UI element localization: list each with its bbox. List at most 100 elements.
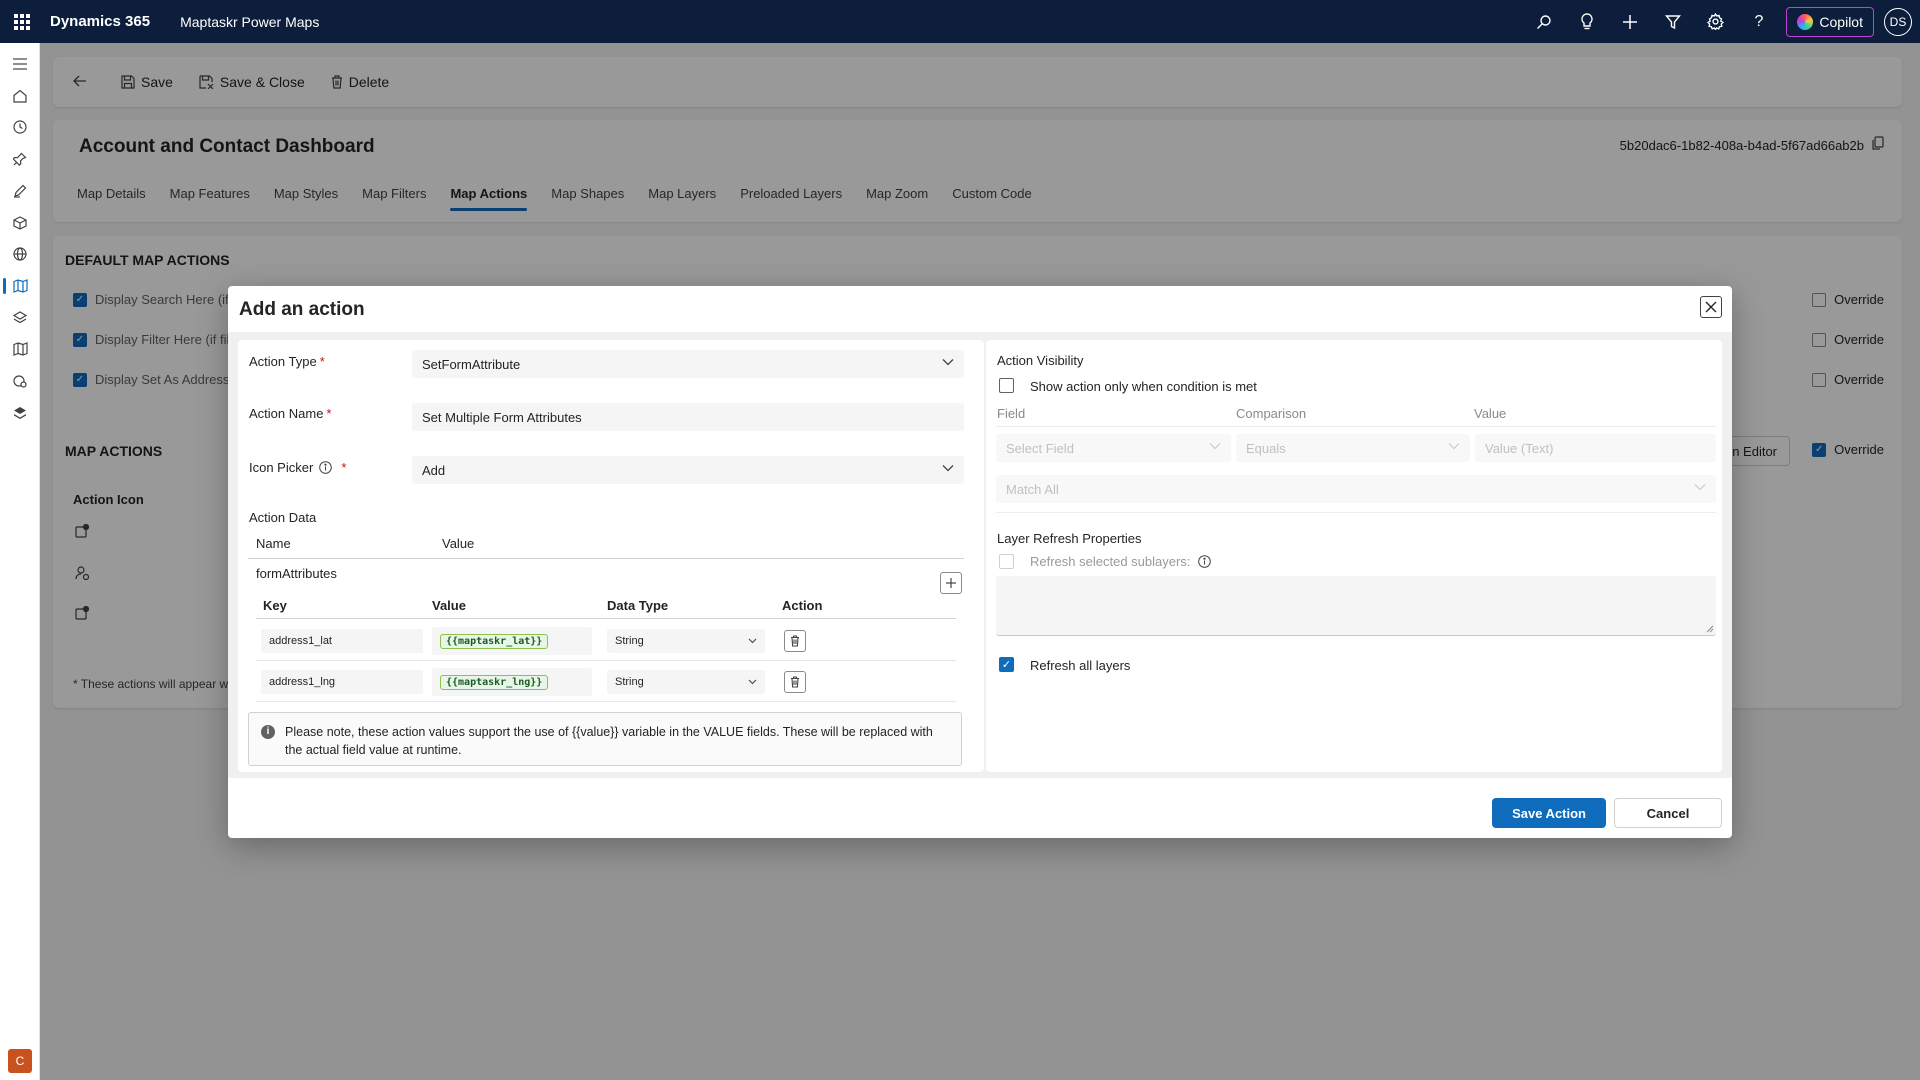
avatar[interactable]: DS [1884,7,1912,36]
trash-icon [791,635,799,647]
close-button[interactable] [1700,296,1722,318]
lightbulb-icon[interactable] [1565,0,1608,43]
plus-icon[interactable] [1608,0,1651,43]
value-subcolumn-header: Value [432,598,466,613]
action-data-label: Action Data [249,510,317,525]
key-input[interactable]: address1_lng [261,670,423,694]
comparison-placeholder: Equals [1246,440,1286,456]
top-bar: Dynamics 365 Maptaskr Power Maps ? Copil… [0,0,1920,43]
action-settings-panel: Action Type * SetFormAttribute Action Nam… [238,340,984,772]
settings-map-icon[interactable] [8,369,32,393]
show-condition-checkbox[interactable] [999,378,1014,393]
note-text: Please note, these action values support… [285,725,933,757]
show-condition-label: Show action only when condition is met [1030,379,1257,394]
comparison-column-header: Comparison [1236,406,1307,421]
chevron-down-icon [942,359,954,366]
divider [256,660,956,661]
dialog-footer: Save Action Cancel [1492,798,1722,828]
map-outline-icon[interactable] [8,337,32,361]
refresh-sublayers-checkbox[interactable] [999,554,1014,569]
delete-row-button[interactable] [784,630,806,652]
divider [996,426,1716,427]
divider [256,701,956,702]
hamburger-icon[interactable] [8,52,32,76]
action-type-select[interactable]: SetFormAttribute [412,350,964,378]
key-value: address1_lat [269,635,332,647]
key-input[interactable]: address1_lat [261,629,423,653]
comparison-select[interactable]: Equals [1236,434,1470,462]
copilot-icon [1797,13,1814,30]
help-icon[interactable]: ? [1737,0,1780,43]
action-column-header: Action [782,598,823,613]
action-name-input[interactable]: Set Multiple Form Attributes [412,403,964,431]
divider [256,618,956,619]
action-name-value: Set Multiple Form Attributes [422,409,582,425]
search-icon[interactable] [1522,0,1565,43]
data-type-column-header: Data Type [607,598,669,613]
value-input[interactable]: {{maptaskr_lng}} [432,668,592,696]
visibility-title: Action Visibility [997,353,1084,368]
left-navigation: C [0,43,40,1080]
gear-icon[interactable] [1694,0,1737,43]
action-type-value: SetFormAttribute [422,356,521,372]
value-input[interactable]: {{maptaskr_lat}} [432,627,592,655]
refresh-sublayers-label: Refresh selected sublayers: [1030,554,1212,569]
map-icon[interactable] [8,274,32,298]
match-all-select[interactable]: Match All [996,475,1716,503]
icon-picker-value: Add [422,462,446,478]
cancel-button[interactable]: Cancel [1614,798,1722,828]
icon-picker-label: Icon Picker * [249,460,347,475]
delete-row-button[interactable] [784,671,806,693]
add-row-button[interactable] [940,572,962,594]
data-type-value: String [615,635,644,647]
copilot-label: Copilot [1819,13,1863,30]
box-icon[interactable] [8,211,32,235]
name-column-header: Name [256,536,291,551]
pin-icon[interactable] [8,147,32,171]
refresh-all-checkbox[interactable]: ✓ [999,657,1014,672]
nav-active-indicator [3,278,6,294]
close-icon [1705,301,1717,313]
info-icon[interactable] [1198,555,1212,568]
brand-title[interactable]: Dynamics 365 [50,13,150,30]
value-placeholder: Value (Text) [1485,440,1554,456]
layer-refresh-title: Layer Refresh Properties [997,531,1142,546]
globe-icon[interactable] [8,242,32,266]
copilot-button[interactable]: Copilot [1786,6,1874,37]
data-type-select[interactable]: String [607,629,765,653]
action-type-label: Action Type * [249,354,325,369]
condition-value-input[interactable]: Value (Text) [1475,434,1716,462]
app-launcher-icon[interactable] [0,0,43,43]
pen-icon[interactable] [8,179,32,203]
divider [248,558,964,559]
layers-icon[interactable] [8,306,32,330]
dialog-title: Add an action [239,299,365,320]
chevron-down-icon [1448,443,1460,450]
field-placeholder: Select Field [1006,440,1074,456]
info-icon[interactable] [319,461,333,474]
recent-icon[interactable] [8,115,32,139]
trash-icon [791,676,799,688]
action-name-label: Action Name * [249,406,332,421]
home-icon[interactable] [8,84,32,108]
app-name[interactable]: Maptaskr Power Maps [180,14,319,30]
attribute-name: formAttributes [256,566,337,581]
value-column-header: Value [442,536,475,551]
data-type-value: String [615,676,644,688]
key-value: address1_lng [269,676,336,688]
dialog-body: Action Type * SetFormAttribute Action Nam… [228,332,1732,778]
sublayers-textarea[interactable] [996,576,1716,636]
filter-icon[interactable] [1651,0,1694,43]
chevron-down-icon [748,679,757,685]
area-switcher-badge[interactable]: C [8,1049,32,1073]
value-token: {{maptaskr_lng}} [440,674,549,690]
condition-field-select[interactable]: Select Field [996,434,1231,462]
icon-picker-select[interactable]: Add [412,456,964,484]
data-type-select[interactable]: String [607,670,765,694]
save-action-button[interactable]: Save Action [1492,798,1606,828]
chevron-down-icon [1694,484,1706,491]
stack-icon[interactable] [8,401,32,425]
resize-handle-icon[interactable] [1706,625,1714,633]
info-note: i Please note, these action values suppo… [248,712,962,766]
chevron-down-icon [942,465,954,472]
